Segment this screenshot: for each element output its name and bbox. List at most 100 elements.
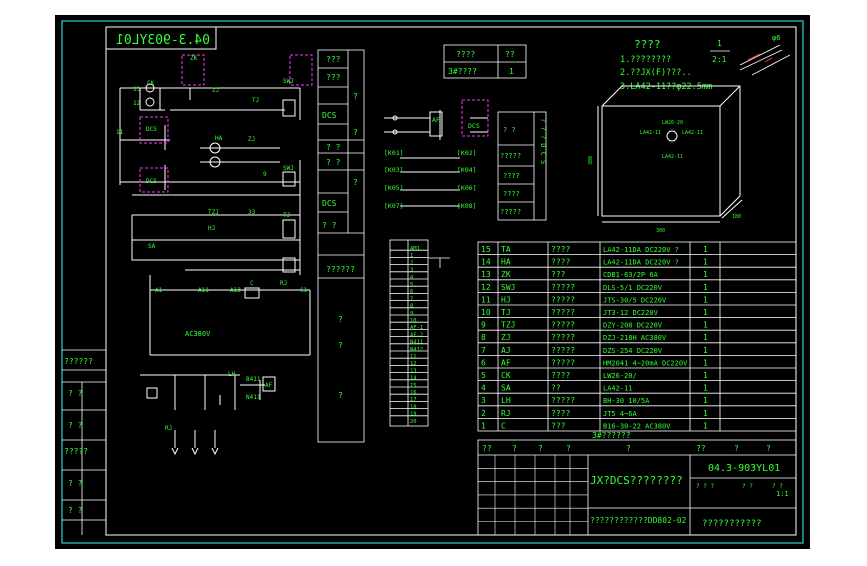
label-zk: ZK (190, 55, 198, 62)
terminal-label: 3 (410, 268, 413, 274)
column-cell: ? (338, 341, 343, 350)
bom-cell: ???? (551, 245, 570, 254)
bom-cell: 1 (703, 270, 708, 279)
label-ha: HA (215, 135, 223, 142)
label-a1: A1 (155, 287, 163, 294)
left-strip-text: ????? (64, 447, 88, 456)
bom-footer: 3#?????? (592, 431, 631, 440)
terminal-label: 15 (410, 383, 417, 389)
label-rj2: RJ (165, 425, 172, 432)
label-k06: [K06] (457, 184, 477, 192)
bom-cell: 12 (481, 283, 491, 292)
bom-cell: JT5 4~6A (603, 410, 638, 418)
bom-cell: C (501, 421, 506, 430)
column-cell: ?????? (326, 265, 355, 274)
dcs-side-cell: ? ? (503, 126, 516, 134)
label-zj: ZJ (212, 87, 219, 94)
small-table-r1: 3#???? (448, 67, 477, 76)
label-af-box: AF (432, 116, 440, 124)
enclosure-height: 380 (588, 156, 594, 165)
left-strip-text: ? ? (68, 479, 83, 488)
label-sa: SA (148, 243, 156, 250)
label-af: AF (265, 382, 273, 389)
bom-cell: JTS-30/5 DC220V (603, 296, 667, 304)
terminal-label: 1 (410, 253, 413, 259)
cad-drawing-viewport: ?????? ? ? ? ? ????? ? ? ? ? 04.3-903YL0… (0, 0, 867, 562)
bom-cell: SA (501, 384, 511, 393)
bom-cell: RJ (501, 409, 511, 418)
bom-cell: ????? (551, 396, 575, 405)
terminal-label: AF-2 (410, 332, 423, 338)
label-dcs2: DCS (146, 178, 157, 185)
bom-cell: ????? (551, 358, 575, 367)
label-k03: [K03] (384, 166, 404, 174)
bom-cell: 4 (481, 384, 486, 393)
bom-cell: HA (501, 258, 511, 267)
terminal-label: 17 (410, 397, 417, 403)
enclosure-label-b1: LW26-20 (662, 120, 683, 126)
bom-cell: 5 (481, 371, 486, 380)
small-table-h2: ?? (505, 50, 515, 59)
left-strip-text: ? ? (68, 506, 83, 515)
label-33: 33 (248, 209, 256, 216)
electrical-schematic-drawing: ?????? ? ? ? ? ????? ? ? ? ? 04.3-903YL0… (55, 15, 810, 549)
bom-cell: JT3-12 DC220V (603, 309, 659, 317)
bom-cell: 1 (703, 421, 708, 430)
label-13: 13 (133, 86, 141, 93)
bom-cell: TZJ (501, 321, 515, 330)
bom-header-cell: ? (734, 444, 739, 453)
bom-header-cell: ? (766, 444, 771, 453)
column-cell: ??? (326, 73, 341, 82)
label-a11: A11 (198, 287, 209, 294)
bom-cell: LA42-11DA DC220V ? (603, 259, 679, 267)
label-zj2: ZJ (248, 136, 255, 143)
mirrored-code-text: 04.3-903YL01 (116, 33, 210, 48)
label-dcs-box: DCS (468, 122, 480, 130)
title-block-code: 04.3-903YL01 (708, 463, 780, 474)
bom-cell: ??? (551, 270, 566, 279)
bom-cell: 6 (481, 358, 486, 367)
label-k04: [K04] (457, 166, 477, 174)
title-block-scale: 1:1 (776, 490, 789, 498)
terminal-label: AF-1 (410, 325, 423, 331)
small-table-r2: 1 (509, 67, 514, 76)
label-k08: [K08] (457, 202, 477, 210)
bom-cell: ?? (551, 384, 561, 393)
label-ac380: AC380V (185, 330, 211, 338)
bom-cell: ????? (551, 295, 575, 304)
bom-cell: BH-30 10/5A (603, 397, 650, 405)
left-strip-text: ? ? (68, 389, 83, 398)
enclosure-depth: 180 (732, 214, 741, 220)
column-cell: ? ? (326, 158, 341, 167)
terminal-label: 14 (410, 376, 417, 382)
terminal-label: 9 (410, 311, 413, 317)
bom-cell: 7 (481, 346, 486, 355)
title-block-company: ??????????? (702, 519, 762, 529)
scale-bottom: 2:1 (712, 55, 727, 64)
dcs-side-cell: ????? (500, 152, 521, 160)
bom-cell: ????? (551, 333, 575, 342)
terminal-label: 13 (410, 368, 417, 374)
title-block-name: JX?DCS???????? (590, 474, 683, 487)
label-k02: [K02] (457, 149, 477, 157)
notes-line-2: 2.??JX(F)???.. (620, 68, 692, 78)
bom-cell: HJ (501, 295, 511, 304)
bom-cell: AJ (501, 346, 511, 355)
label-ck: CK (147, 80, 155, 87)
enclosure-label-b2: LA42-11 (640, 130, 661, 136)
left-strip-text: ? ? (68, 421, 83, 430)
title-block-sub: ????????????DD802-02 (590, 516, 687, 525)
label-tj: TJ (252, 97, 259, 104)
title-block-cell: ? ? (772, 483, 783, 490)
column-cell: ? ? (322, 221, 337, 230)
scale-top: 1 (717, 39, 722, 48)
label-tj2: TJ (283, 212, 290, 219)
corner-mark: φ6 (772, 34, 780, 42)
column-cell: ? (353, 92, 358, 101)
bom-cell: 1 (703, 333, 708, 342)
terminal-label: 20 (410, 419, 417, 425)
bom-cell: DZY-208 DC220V (603, 322, 663, 330)
bom-cell: 1 (703, 396, 708, 405)
bom-header-cell: ? (626, 444, 631, 453)
bom-cell: 3 (481, 396, 486, 405)
